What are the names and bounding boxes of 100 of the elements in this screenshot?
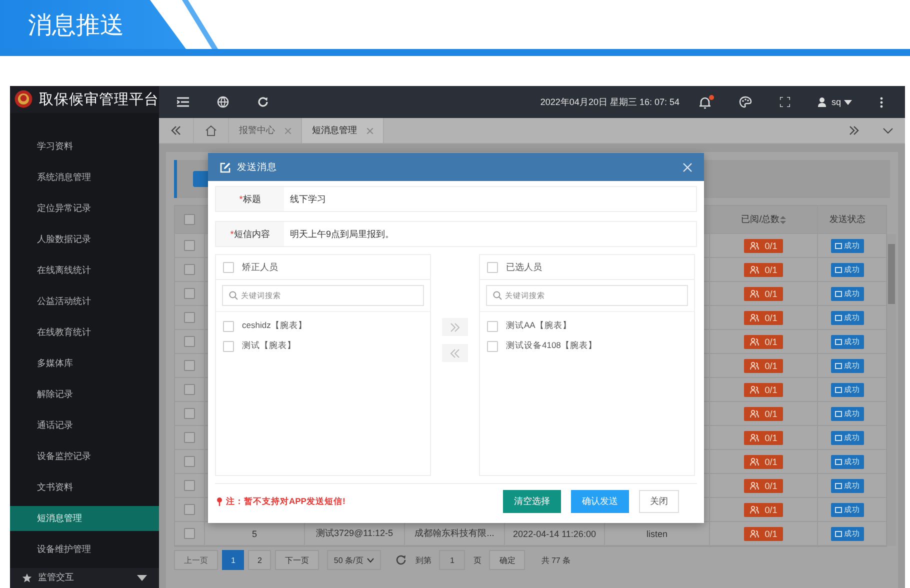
next-page-button[interactable]: 下一页 — [274, 550, 319, 570]
people-icon — [750, 290, 759, 298]
panel-title: 已选人员 — [506, 260, 542, 274]
home-tab[interactable] — [193, 118, 229, 143]
palette-icon[interactable] — [739, 96, 752, 108]
sidebar-item[interactable]: 公益活动统计 — [10, 288, 159, 314]
read-count-badge: 0/1 — [744, 310, 784, 324]
sidebar-item[interactable]: 在线离线统计 — [10, 258, 159, 283]
sidebar-item[interactable]: 设备监控记录 — [10, 444, 159, 469]
app-title: 取保候审管理平台 — [39, 90, 159, 109]
menu-icon[interactable] — [177, 97, 189, 107]
square-icon — [835, 338, 842, 344]
sidebar-item[interactable]: 系统消息管理 — [10, 164, 159, 190]
dialog-title: 发送消息 — [237, 160, 277, 174]
people-icon — [750, 434, 759, 442]
list-item[interactable]: 测试设备4108【腕表】 — [506, 340, 597, 352]
page-number-button[interactable]: 2 — [248, 550, 271, 570]
checkbox[interactable] — [184, 264, 195, 275]
checkbox[interactable] — [184, 408, 195, 419]
people-icon — [750, 338, 759, 346]
square-icon — [835, 410, 842, 416]
goto-label: 到第 — [414, 554, 432, 566]
checkbox[interactable] — [223, 262, 234, 272]
square-icon — [835, 386, 842, 392]
close-icon[interactable] — [285, 128, 291, 134]
sidebar-item[interactable]: 通话记录 — [10, 412, 159, 438]
read-count-badge: 0/1 — [744, 286, 784, 300]
checkbox[interactable] — [184, 432, 195, 443]
close-icon[interactable] — [367, 128, 373, 134]
square-icon — [835, 434, 842, 440]
checkbox[interactable] — [223, 340, 234, 352]
page-tab[interactable]: 短消息管理 — [302, 118, 384, 143]
read-count-badge: 0/1 — [744, 454, 784, 468]
read-count-badge: 0/1 — [744, 334, 784, 348]
chevron-down-icon[interactable] — [883, 128, 893, 134]
table-cell: 5 — [252, 528, 257, 538]
list-item[interactable]: 测试AA【腕表】 — [506, 320, 572, 332]
globe-icon[interactable] — [217, 96, 229, 108]
sidebar-item[interactable]: 人脸数据记录 — [10, 226, 159, 252]
checkbox[interactable] — [487, 262, 498, 272]
square-icon — [835, 458, 842, 464]
sidebar-group[interactable]: 监管交互 — [10, 568, 159, 588]
column-header[interactable]: 已阅/总数 — [710, 206, 818, 233]
read-count-badge: 0/1 — [744, 526, 784, 540]
checkbox[interactable] — [184, 456, 195, 467]
sidebar-item[interactable]: 多媒体库 — [10, 350, 159, 376]
read-count-badge: 0/1 — [744, 478, 784, 492]
checkbox[interactable] — [223, 320, 234, 332]
list-item[interactable]: 测试【腕表】 — [242, 340, 296, 352]
edit-icon — [220, 162, 231, 172]
read-count-badge: 0/1 — [744, 406, 784, 420]
sidebar-item[interactable]: 短消息管理 — [10, 506, 159, 531]
bell-icon[interactable] — [699, 96, 712, 108]
home-icon — [205, 125, 217, 136]
scroll-left-icon[interactable] — [171, 126, 181, 135]
search-icon — [493, 291, 502, 300]
people-icon — [750, 362, 759, 370]
dialog-button[interactable]: 清空选择 — [503, 490, 561, 513]
page-number-button[interactable]: 1 — [222, 550, 244, 570]
table-cell: 成都翰东科技有限... — [414, 527, 494, 540]
confirm-button[interactable]: 确定 — [489, 550, 526, 570]
checkbox[interactable] — [184, 312, 195, 323]
sidebar-item[interactable]: 在线教育统计 — [10, 320, 159, 345]
scrollbar[interactable] — [887, 234, 896, 546]
sidebar-item[interactable]: 定位异常记录 — [10, 196, 159, 221]
total-count: 共 77 条 — [540, 554, 572, 566]
checkbox[interactable] — [184, 480, 195, 491]
more-icon[interactable] — [880, 96, 883, 108]
page-unit: 页 — [472, 554, 482, 566]
date-time: 2022年04月20日 星期三 16: 07: 54 — [540, 96, 680, 108]
scroll-right-icon[interactable] — [849, 126, 859, 135]
sidebar-item[interactable]: 设备维护管理 — [10, 536, 159, 562]
checkbox[interactable] — [184, 336, 195, 347]
move-left-button[interactable] — [442, 344, 468, 362]
double-chevron-right-icon — [450, 322, 460, 332]
square-icon — [835, 266, 842, 272]
people-icon — [750, 386, 759, 394]
sidebar-item[interactable]: 解除记录 — [10, 382, 159, 407]
checkbox[interactable] — [184, 504, 195, 515]
checkbox[interactable] — [487, 340, 498, 352]
checkbox[interactable] — [184, 214, 195, 225]
note-text: 注：暂不支持对APP发送短信! — [226, 496, 346, 508]
square-icon — [835, 362, 842, 368]
checkbox[interactable] — [184, 240, 195, 251]
fullscreen-icon[interactable] — [780, 97, 790, 107]
sort-icon[interactable] — [780, 216, 786, 224]
sidebar-item[interactable]: 学习资料 — [10, 134, 159, 159]
move-right-button[interactable] — [442, 318, 468, 336]
checkbox[interactable] — [184, 288, 195, 299]
list-item[interactable]: ceshidz【腕表】 — [242, 320, 307, 332]
sidebar-item[interactable]: 文书资料 — [10, 474, 159, 500]
checkbox[interactable] — [184, 384, 195, 395]
checkbox[interactable] — [184, 360, 195, 371]
page-input[interactable]: 1 — [439, 550, 466, 570]
user-menu[interactable]: sq — [818, 97, 852, 107]
read-count-badge: 0/1 — [744, 502, 784, 516]
page-size-select[interactable]: 50 条/页 — [326, 550, 382, 570]
checkbox[interactable] — [184, 528, 195, 539]
checkbox[interactable] — [487, 320, 498, 332]
dialog-button[interactable]: 关闭 — [639, 490, 679, 513]
